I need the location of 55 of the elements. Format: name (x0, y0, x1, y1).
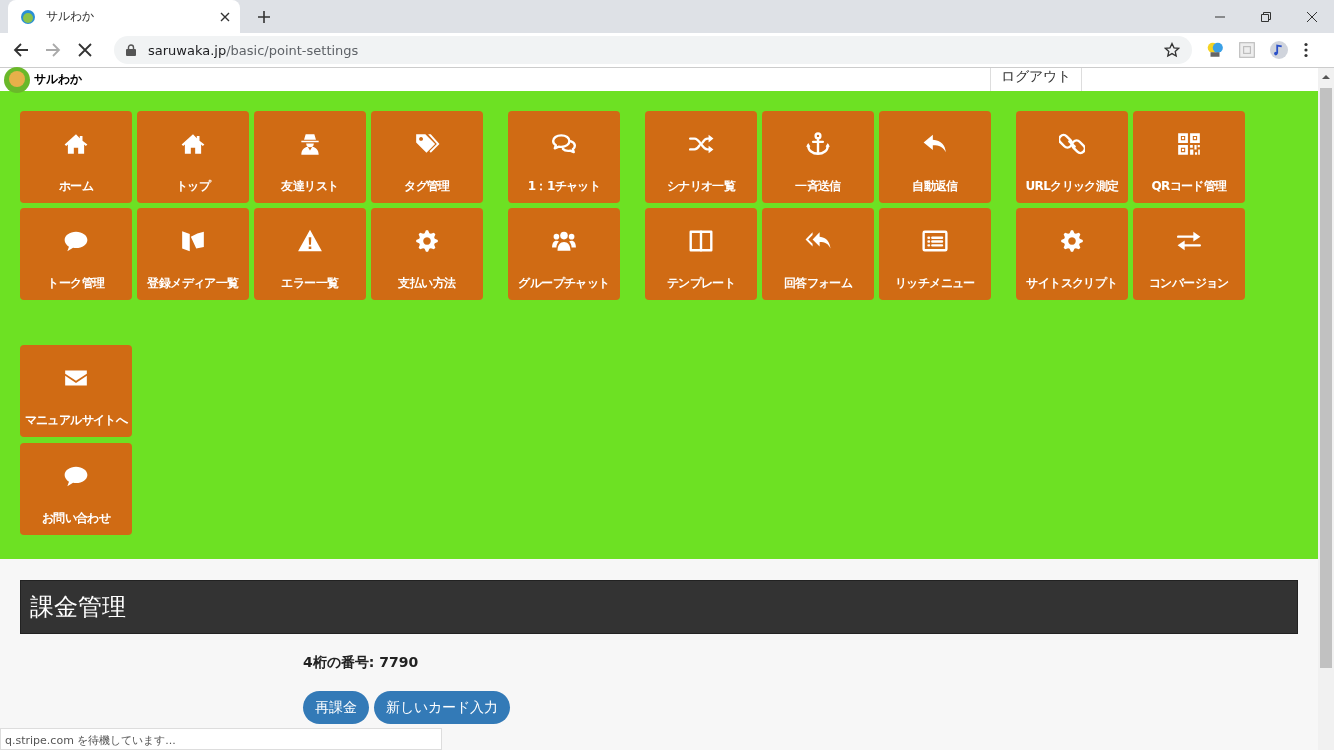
restore-icon[interactable] (1260, 10, 1272, 23)
card-number-text: 4桁の番号: 7790 (303, 654, 420, 672)
menu-tile[interactable]: 友達リスト (254, 111, 366, 203)
menu-tile[interactable]: リッチメニュー (879, 208, 991, 300)
menu-tile[interactable]: トップ (137, 111, 249, 203)
menu-icon[interactable] (1304, 42, 1308, 58)
stop-icon[interactable] (77, 42, 93, 58)
action-button[interactable]: 新しいカード入力 (374, 691, 510, 724)
lock-icon (126, 44, 136, 56)
menu-tile[interactable]: トーク管理 (20, 208, 132, 300)
status-bubble: q.stripe.com を待機しています... (0, 728, 442, 750)
menu-tile[interactable]: マニュアルサイトへ (20, 345, 132, 437)
browser-tab[interactable]: サルわか (8, 0, 240, 33)
menu-tile[interactable]: テンプレート (645, 208, 757, 300)
qr-code-icon (1176, 131, 1202, 157)
menu-tile[interactable]: 回答フォーム (762, 208, 874, 300)
chain-link-icon (1059, 131, 1085, 157)
menu-tile[interactable]: 一斉送信 (762, 111, 874, 203)
menu-tile[interactable]: 1：1チャット (508, 111, 620, 203)
menu-tile[interactable]: お問い合わせ (20, 443, 132, 535)
gear-icon (1059, 228, 1085, 254)
scrollbar-thumb[interactable] (1320, 88, 1332, 668)
menu-tile[interactable]: サイトスクリプト (1016, 208, 1128, 300)
menu-tile[interactable]: 登録メディア一覧 (137, 208, 249, 300)
mascot-icon (4, 66, 30, 93)
address-field[interactable]: saruwaka.jp/basic/point-settings (114, 36, 1192, 64)
bookmark-star-icon[interactable] (1164, 42, 1180, 58)
close-icon[interactable] (1306, 10, 1318, 23)
gear-icon (414, 228, 440, 254)
profile-avatar-icon[interactable] (1270, 41, 1288, 59)
book-icon (180, 228, 206, 254)
list-icon (922, 228, 948, 254)
menu-tile[interactable]: シナリオ一覧 (645, 111, 757, 203)
menu-tile[interactable]: 自動返信 (879, 111, 991, 203)
back-icon[interactable] (13, 42, 29, 58)
bulb-icon[interactable] (1206, 41, 1224, 59)
favicon-icon (20, 8, 36, 25)
menu-tile[interactable]: QRコード管理 (1133, 111, 1245, 203)
scrollbar[interactable] (1318, 68, 1334, 750)
menu-tile[interactable]: コンバージョン (1133, 208, 1245, 300)
anchor-icon (805, 131, 831, 157)
menu-tile[interactable]: グループチャット (508, 208, 620, 300)
scroll-up-icon[interactable] (1322, 74, 1330, 80)
menu-tile[interactable]: エラー一覧 (254, 208, 366, 300)
new-tab-icon[interactable] (258, 11, 270, 23)
action-button[interactable]: 再課金 (303, 691, 369, 724)
menu-tile[interactable]: URLクリック測定 (1016, 111, 1128, 203)
warning-icon (297, 228, 323, 254)
columns-icon (688, 228, 714, 254)
close-tab-icon[interactable] (220, 11, 230, 22)
section-title: 課金管理 (20, 580, 1298, 634)
menu-tile[interactable]: タグ管理 (371, 111, 483, 203)
logo-text: サルわか (34, 71, 82, 88)
menu-tile[interactable]: ホーム (20, 111, 132, 203)
menu-tile[interactable]: 支払い方法 (371, 208, 483, 300)
